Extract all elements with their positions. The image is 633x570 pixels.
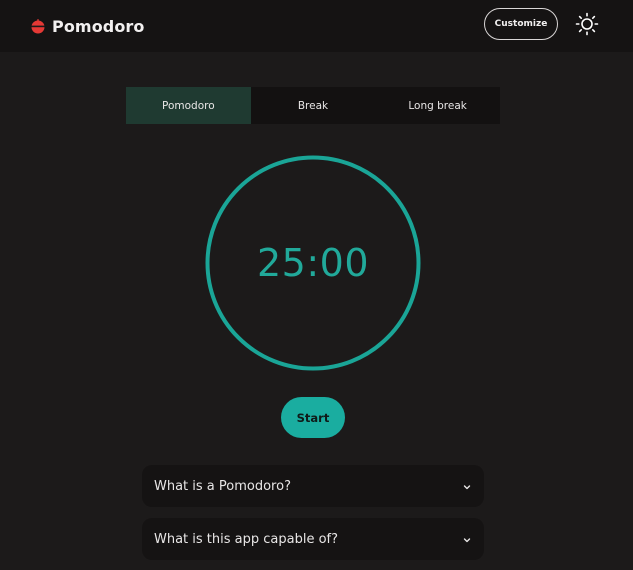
- app-title: Pomodoro: [52, 16, 145, 36]
- faq-question: What is a Pomodoro?: [154, 478, 291, 494]
- faq-item-app-capabilities[interactable]: What is this app capable of?: [142, 518, 484, 560]
- mode-tabs: Pomodoro Break Long break: [126, 87, 500, 124]
- header-bar: Pomodoro Customize: [0, 0, 633, 52]
- brand[interactable]: Pomodoro: [30, 14, 145, 38]
- sun-icon[interactable]: [574, 11, 600, 37]
- tab-pomodoro[interactable]: Pomodoro: [126, 87, 251, 124]
- chevron-down-icon: [462, 477, 472, 496]
- chevron-down-icon: [462, 530, 472, 549]
- customize-button[interactable]: Customize: [484, 8, 558, 40]
- faq-question: What is this app capable of?: [154, 531, 339, 547]
- tab-break[interactable]: Break: [251, 87, 376, 124]
- tab-long-break[interactable]: Long break: [375, 87, 500, 124]
- tomato-icon: [30, 18, 46, 34]
- start-button[interactable]: Start: [281, 397, 345, 438]
- faq-item-what-is-pomodoro[interactable]: What is a Pomodoro?: [142, 465, 484, 507]
- timer-display: 25:00: [256, 241, 369, 285]
